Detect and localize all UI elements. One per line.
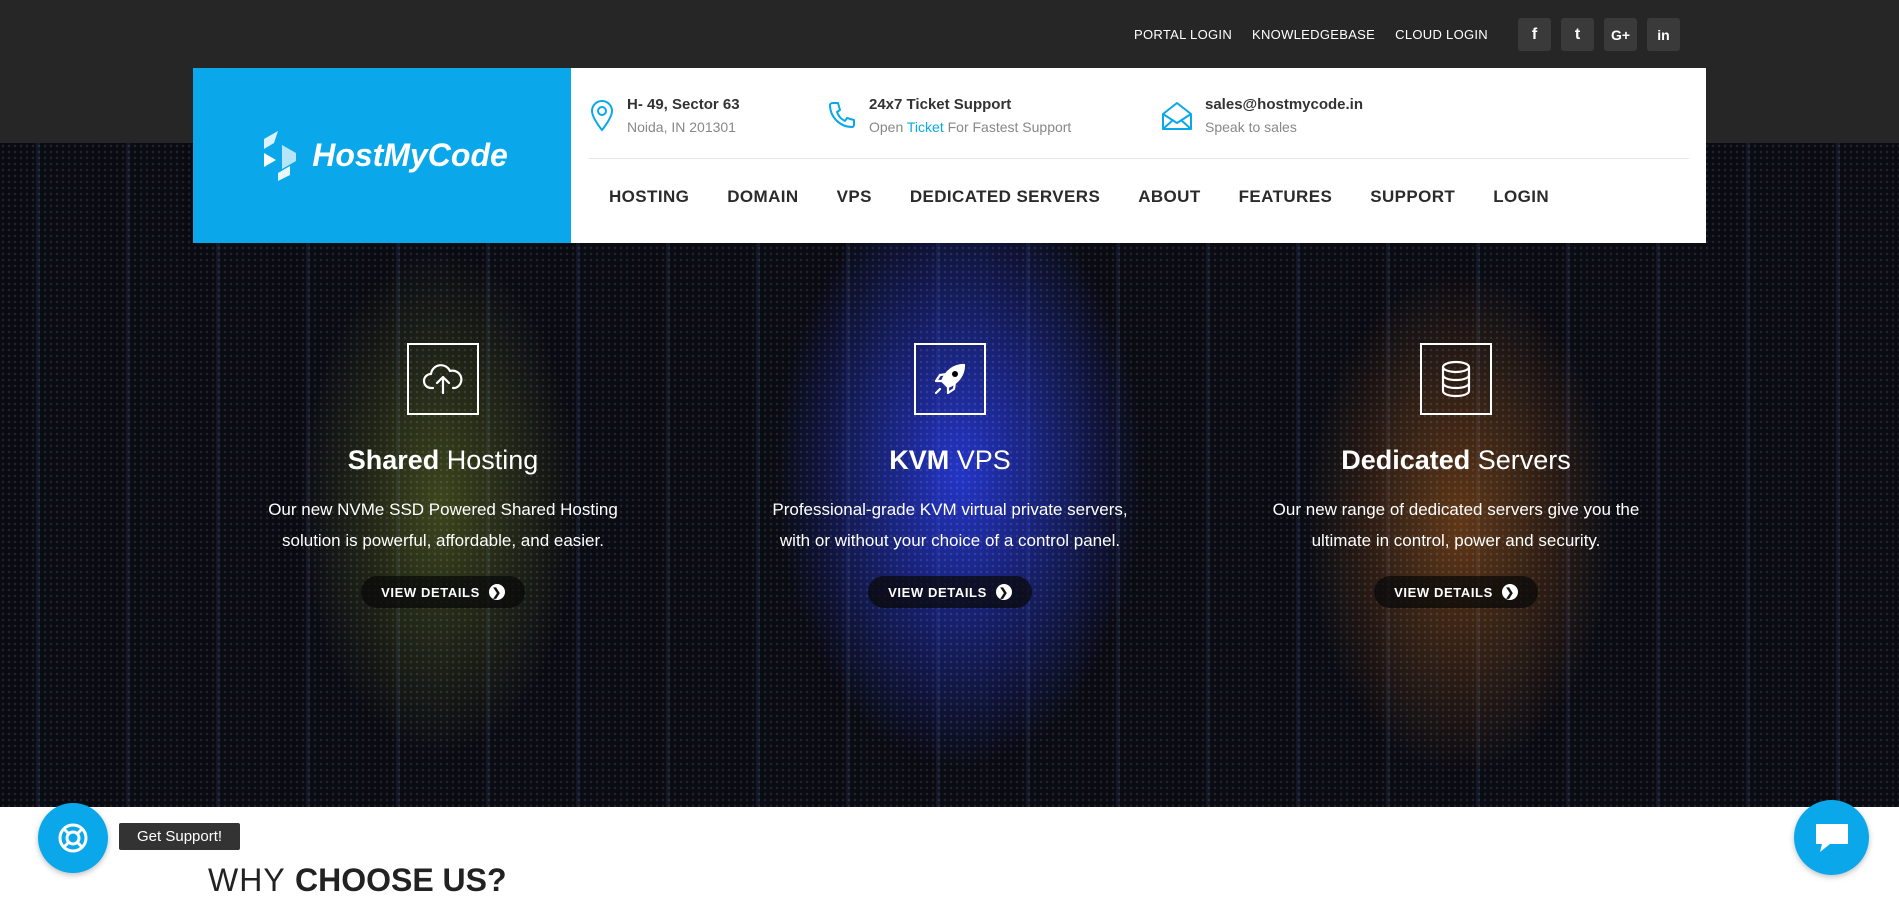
- feature-desc-line: Our new NVMe SSD Powered Shared Hosting: [268, 500, 618, 519]
- view-details-button[interactable]: VIEW DETAILS ❯: [1374, 576, 1538, 608]
- envelope-icon: [1162, 102, 1192, 130]
- feature-title-light: Hosting: [439, 445, 539, 475]
- lifebuoy-icon: [58, 823, 88, 853]
- contact-address-sub: Noida, IN 201301: [627, 119, 736, 135]
- view-details-button[interactable]: VIEW DETAILS ❯: [361, 576, 525, 608]
- get-support-label[interactable]: Get Support!: [119, 823, 241, 850]
- feature-description: Professional-grade KVM virtual private s…: [750, 494, 1150, 556]
- chevron-right-icon: ❯: [488, 584, 505, 600]
- nav-features[interactable]: FEATURES: [1239, 187, 1333, 207]
- view-details-label: VIEW DETAILS: [381, 584, 480, 600]
- why-bold: CHOOSE US?: [294, 862, 507, 898]
- google-plus-glyph: G+: [1610, 26, 1631, 43]
- contact-address: H- 49, Sector 63 Noida, IN 201301: [589, 96, 827, 135]
- database-icon: [1420, 343, 1492, 415]
- contact-support: 24x7 Ticket Support Open Ticket For Fast…: [827, 96, 1161, 135]
- header-divider: [589, 158, 1689, 159]
- feature-title: Shared Hosting: [243, 445, 643, 476]
- chevron-right-icon: ❯: [995, 584, 1012, 600]
- contact-strip: H- 49, Sector 63 Noida, IN 201301 24x7 T…: [589, 96, 1679, 135]
- top-links: PORTAL LOGIN KNOWLEDGEBASE CLOUD LOGIN f…: [1134, 18, 1680, 51]
- feature-description: Our new range of dedicated servers give …: [1256, 494, 1656, 556]
- contact-support-sub: Open Ticket For Fastest Support: [869, 119, 1071, 135]
- main-nav: HOSTING DOMAIN VPS DEDICATED SERVERS ABO…: [609, 187, 1587, 207]
- support-widget-button[interactable]: [38, 803, 108, 873]
- cloud-login-link[interactable]: CLOUD LOGIN: [1395, 27, 1488, 42]
- chat-widget-button[interactable]: [1794, 800, 1869, 875]
- why-choose-us-heading: WHY CHOOSE US?: [208, 862, 507, 898]
- feature-kvm-vps: KVM VPS Professional-grade KVM virtual p…: [750, 343, 1150, 608]
- facebook-icon[interactable]: f: [1518, 18, 1551, 51]
- site-logo[interactable]: HostMyCode: [193, 68, 571, 243]
- nav-domain[interactable]: DOMAIN: [727, 187, 798, 207]
- feature-desc-line: Professional-grade KVM virtual private s…: [772, 500, 1128, 519]
- feature-desc-line: ultimate in control, power and security.: [1311, 531, 1601, 550]
- support-sub-suffix: For Fastest Support: [943, 119, 1072, 135]
- feature-dedicated-servers: Dedicated Servers Our new range of dedic…: [1256, 343, 1656, 608]
- facebook-glyph: f: [1531, 25, 1538, 43]
- linkedin-icon[interactable]: in: [1647, 18, 1680, 51]
- support-sub-prefix: Open: [869, 119, 907, 135]
- feature-description: Our new NVMe SSD Powered Shared Hosting …: [243, 494, 643, 556]
- nav-vps[interactable]: VPS: [837, 187, 872, 207]
- twitter-glyph: t: [1574, 25, 1581, 43]
- chevron-right-icon: ❯: [1501, 584, 1518, 600]
- contact-email-title[interactable]: sales@hostmycode.in: [1205, 96, 1363, 113]
- feature-shared-hosting: Shared Hosting Our new NVMe SSD Powered …: [243, 343, 643, 608]
- nav-dedicated-servers[interactable]: DEDICATED SERVERS: [910, 187, 1100, 207]
- feature-title-light: VPS: [949, 445, 1011, 475]
- contact-email-sub: Speak to sales: [1205, 119, 1297, 135]
- linkedin-glyph: in: [1657, 26, 1670, 43]
- twitter-icon[interactable]: t: [1561, 18, 1594, 51]
- feature-title: Dedicated Servers: [1256, 445, 1656, 476]
- phone-icon: [829, 102, 855, 128]
- contact-address-title: H- 49, Sector 63: [627, 96, 740, 113]
- feature-desc-line: solution is powerful, affordable, and ea…: [282, 531, 604, 550]
- hostmycode-logo-icon: [264, 130, 297, 181]
- chat-bubble-icon: [1815, 823, 1848, 852]
- nav-about[interactable]: ABOUT: [1138, 187, 1200, 207]
- feature-title-bold: Dedicated: [1341, 445, 1471, 475]
- header-info-panel: H- 49, Sector 63 Noida, IN 201301 24x7 T…: [571, 68, 1706, 243]
- feature-title: KVM VPS: [750, 445, 1150, 476]
- portal-login-link[interactable]: PORTAL LOGIN: [1134, 27, 1232, 42]
- view-details-button[interactable]: VIEW DETAILS ❯: [868, 576, 1032, 608]
- feature-title-bold: KVM: [889, 445, 950, 475]
- view-details-label: VIEW DETAILS: [1394, 584, 1493, 600]
- logo-text: HostMyCode: [312, 137, 508, 173]
- why-light: WHY: [208, 862, 295, 898]
- feature-title-light: Servers: [1470, 445, 1571, 475]
- contact-email: sales@hostmycode.in Speak to sales: [1161, 96, 1363, 135]
- knowledgebase-link[interactable]: KNOWLEDGEBASE: [1252, 27, 1375, 42]
- feature-title-bold: Shared: [347, 445, 440, 475]
- nav-login[interactable]: LOGIN: [1493, 187, 1549, 207]
- location-pin-icon: [590, 100, 614, 132]
- cloud-upload-icon: [407, 343, 479, 415]
- nav-hosting[interactable]: HOSTING: [609, 187, 689, 207]
- contact-support-title: 24x7 Ticket Support: [869, 96, 1012, 113]
- google-plus-icon[interactable]: G+: [1604, 18, 1637, 51]
- rocket-icon: [914, 343, 986, 415]
- feature-desc-line: Our new range of dedicated servers give …: [1272, 500, 1640, 519]
- open-ticket-link[interactable]: Ticket: [907, 119, 944, 135]
- view-details-label: VIEW DETAILS: [888, 584, 987, 600]
- nav-support[interactable]: SUPPORT: [1370, 187, 1455, 207]
- feature-desc-line: with or without your choice of a control…: [779, 531, 1121, 550]
